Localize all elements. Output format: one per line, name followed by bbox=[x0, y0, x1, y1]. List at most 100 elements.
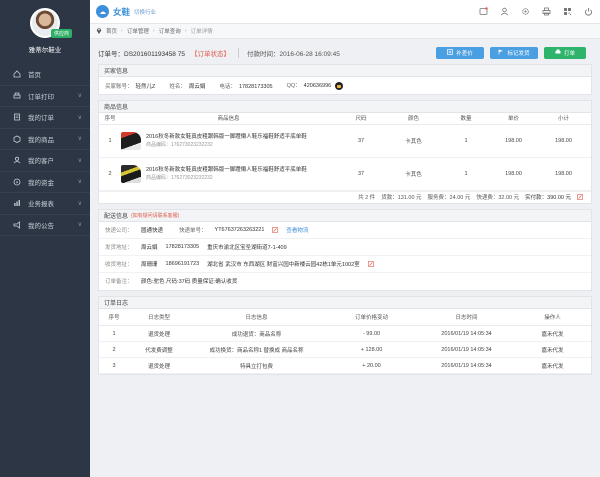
sidebar-item-6[interactable]: 业务报表 ∨ bbox=[0, 193, 90, 215]
switch-industry-link[interactable]: 切换行业 bbox=[134, 8, 156, 16]
log-panel: 订单日志 序号 日志类型 日志信息 订单价格变动 日志时间 操作人 1 退货处理… bbox=[98, 295, 592, 375]
product-name[interactable]: 2016秋冬新款女鞋真皮粗跟韩版一脚蹬懒人鞋乐福鞋舒适平底单鞋 bbox=[146, 133, 307, 141]
chevron-down-icon: ∨ bbox=[77, 200, 82, 207]
table-row: 3 退货处理 特具立打包费 + 20.00 2016/01/19 14:05:3… bbox=[99, 357, 591, 374]
edit-icon[interactable] bbox=[272, 226, 279, 233]
sidebar-item-4[interactable]: 我的客户 ∨ bbox=[0, 150, 90, 172]
row-index: 2 bbox=[99, 157, 121, 191]
supplier-badge: 供应商 bbox=[50, 29, 72, 38]
order-header: 订单号：DS201601193458 75 【订单状态】 付款时间：2016-0… bbox=[94, 42, 596, 64]
qrcode-icon[interactable] bbox=[562, 6, 573, 17]
edit-icon[interactable] bbox=[577, 194, 583, 200]
print-icon bbox=[12, 91, 22, 101]
col-header: 订单价格变动 bbox=[324, 308, 419, 326]
price-difference-button[interactable]: 补差价 bbox=[436, 47, 484, 59]
goods-header-row: 序号 商品信息 尺码 颜色 数量 单价 小计 bbox=[99, 113, 591, 125]
breadcrumb-order-management[interactable]: 订单管理 bbox=[127, 27, 149, 35]
view-logistics-link[interactable]: 查看物流 bbox=[286, 226, 308, 234]
user-icon[interactable] bbox=[499, 6, 510, 17]
item-count: 共 2 件 bbox=[358, 195, 376, 201]
sidebar-item-7[interactable]: 我的公告 ∨ bbox=[0, 215, 90, 236]
order-remark: 颜色:驼色 尺码:37码 质量保证:确认收货 bbox=[141, 279, 238, 285]
edit-icon[interactable] bbox=[367, 260, 374, 267]
profile: 供应商 雅蒂尔鞋业 bbox=[0, 0, 90, 62]
table-row: 2 代发费调整 成功换货：商品名称1 替换成 商品名称 + 128.00 201… bbox=[99, 341, 591, 358]
qq-icon[interactable] bbox=[335, 81, 344, 90]
subtotal: 198.00 bbox=[536, 157, 591, 191]
table-row: 1 退货处理 成功退货：商品名称 - 99.00 2016/01/19 14:0… bbox=[99, 325, 591, 342]
col-header: 序号 bbox=[99, 113, 121, 125]
sidebar-item-0[interactable]: 首页 bbox=[0, 64, 90, 86]
log-index: 3 bbox=[99, 357, 129, 374]
brand-logo-icon bbox=[96, 5, 109, 18]
flag-icon bbox=[498, 49, 504, 57]
sidebar-item-label: 我的客户 bbox=[28, 158, 54, 166]
log-info: 成功换货：商品名称1 替换成 商品名称 bbox=[189, 341, 324, 358]
topbar: 女鞋 切换行业 bbox=[90, 0, 600, 24]
breadcrumb-order-query[interactable]: 订单查询 bbox=[159, 27, 181, 35]
buyer-row: 买家账号： 轻然儿Z 姓名： 周云娟 电话： 17828173305 QQ： 42063… bbox=[99, 77, 591, 94]
express-row: 快递公司： 圆通快递 快递单号： YT67637263263221 查看物流 bbox=[99, 222, 591, 239]
table-row: 2 2016秋冬新款女鞋真皮粗跟韩版一脚蹬懒人鞋乐福鞋舒适平底单鞋 商品编码：1… bbox=[99, 157, 591, 191]
brand-name: 女鞋 bbox=[113, 6, 131, 17]
mark-shipped-button[interactable]: 标记发货 bbox=[490, 47, 538, 59]
main-content: 订单号：DS201601193458 75 【订单状态】 付款时间：2016-0… bbox=[90, 39, 600, 477]
sidebar-item-3[interactable]: 我的商品 ∨ bbox=[0, 129, 90, 150]
quantity: 1 bbox=[441, 157, 491, 191]
chevron-down-icon: ∨ bbox=[77, 157, 82, 164]
log-info: 成功退货：商品名称 bbox=[189, 325, 324, 342]
service-fee: 服务费：24.00 元 bbox=[427, 195, 471, 201]
customers-icon bbox=[12, 155, 22, 165]
settings-icon[interactable] bbox=[520, 6, 531, 17]
log-index: 1 bbox=[99, 325, 129, 342]
log-operator: 嘉禾代发 bbox=[514, 357, 591, 374]
receiver-name: 周珊珊 bbox=[141, 261, 158, 268]
row-index: 1 bbox=[99, 124, 121, 158]
print-icon[interactable] bbox=[541, 6, 552, 17]
log-index: 2 bbox=[99, 341, 129, 358]
home-icon bbox=[12, 69, 22, 79]
col-header: 数量 bbox=[441, 113, 491, 125]
log-price-change: + 20.00 bbox=[324, 357, 419, 374]
goods-table: 序号 商品信息 尺码 颜色 数量 单价 小计 1 2016秋冬新款女鞋真皮粗跟韩… bbox=[99, 113, 591, 191]
receiver-row: 收货地址： 周珊珊 18696191723 湖北省 武汉市 东西湖区 财富兴园中… bbox=[99, 256, 591, 273]
log-type: 代发费调整 bbox=[129, 341, 189, 358]
col-header: 日志类型 bbox=[129, 308, 189, 326]
breadcrumb-home[interactable]: 首页 bbox=[106, 27, 117, 35]
sender-row: 发货地址： 周云娟 17828173305 重庆市渝北区宝圣湖街道7-1-409 bbox=[99, 239, 591, 256]
order-actions: 补差价 标记发货 打单 bbox=[436, 47, 586, 59]
product-name[interactable]: 2016秋冬新款女鞋真皮粗跟韩版一脚蹬懒人鞋乐福鞋舒适平底单鞋 bbox=[146, 166, 307, 174]
log-type: 退货处理 bbox=[129, 357, 189, 374]
order-status: 【订单状态】 bbox=[190, 51, 230, 58]
col-header: 日志时间 bbox=[419, 308, 514, 326]
sidebar: 供应商 雅蒂尔鞋业 首页 订单打印 ∨ 我的订单 ∨ 我的商品 ∨ 我的客户 ∨ ¥ 我的资金 ∨ 业务… bbox=[0, 0, 90, 477]
shipping-panel: 配送信息 (如有疑问请联系客服) 快递公司： 圆通快递 快递单号： YT6763… bbox=[98, 208, 592, 291]
print-order-button[interactable]: 打单 bbox=[544, 47, 586, 59]
notice-icon bbox=[12, 220, 22, 230]
message-icon[interactable] bbox=[478, 6, 489, 17]
log-operator: 嘉禾代发 bbox=[514, 325, 591, 342]
avatar[interactable]: 供应商 bbox=[30, 8, 72, 38]
col-header: 尺码 bbox=[336, 113, 386, 125]
col-header: 序号 bbox=[99, 308, 129, 326]
sidebar-item-1[interactable]: 订单打印 ∨ bbox=[0, 86, 90, 107]
goods-summary: 共 2 件 货款：131.00 元 服务费：24.00 元 快递费：32.00 … bbox=[99, 190, 591, 203]
log-type: 退货处理 bbox=[129, 325, 189, 342]
sidebar-item-label: 我的订单 bbox=[28, 115, 54, 123]
buyer-qq: QQ： 420636996 bbox=[287, 81, 344, 90]
log-price-change: + 128.00 bbox=[324, 341, 419, 358]
sidebar-item-5[interactable]: ¥ 我的资金 ∨ bbox=[0, 172, 90, 193]
product-thumbnail[interactable] bbox=[121, 131, 141, 150]
money-icon: ¥ bbox=[12, 177, 22, 187]
goods-panel-title: 商品信息 bbox=[99, 101, 591, 113]
goods-amount: 货款：131.00 元 bbox=[381, 195, 422, 201]
col-header: 日志信息 bbox=[189, 308, 324, 326]
mark-shipped-label: 标记发货 bbox=[507, 51, 530, 57]
power-icon[interactable] bbox=[583, 6, 594, 17]
sidebar-item-2[interactable]: 我的订单 ∨ bbox=[0, 107, 90, 129]
log-info: 特具立打包费 bbox=[189, 357, 324, 374]
product-thumbnail[interactable] bbox=[121, 164, 141, 183]
shipping-fee: 快递费：32.00 元 bbox=[476, 195, 520, 201]
buyer-phone: 电话： 17828173305 bbox=[219, 83, 273, 90]
goods-info: 2016秋冬新款女鞋真皮粗跟韩版一脚蹬懒人鞋乐福鞋舒适平底单鞋 商品编码：176… bbox=[121, 131, 336, 150]
